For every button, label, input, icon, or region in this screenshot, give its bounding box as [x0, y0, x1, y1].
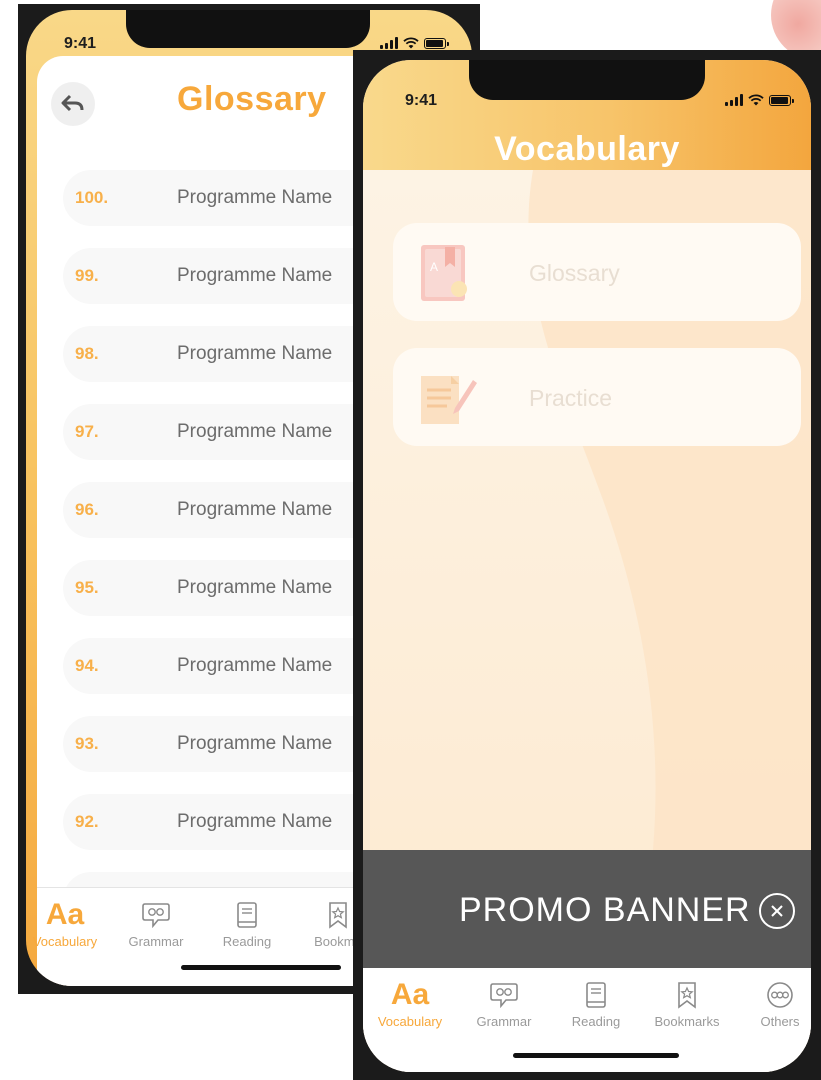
signal-icon	[380, 37, 398, 49]
tab-grammar[interactable]: Grammar	[116, 900, 196, 949]
signal-icon	[725, 94, 743, 106]
tab-vocabulary[interactable]: Aa Vocabulary	[26, 898, 105, 950]
item-name: Programme Name	[177, 421, 333, 442]
item-name: Programme Name	[177, 265, 333, 286]
back-button[interactable]	[51, 82, 95, 126]
tab-label: Grammar	[476, 1014, 532, 1029]
promo-banner[interactable]: PROMO BANNER	[363, 850, 811, 968]
status-time: 9:41	[405, 92, 438, 109]
home-indicator	[181, 965, 341, 970]
item-number: 96.	[75, 500, 99, 519]
status-icons	[725, 94, 794, 106]
item-number: 93.	[75, 734, 99, 753]
item-number: 92.	[75, 812, 99, 831]
item-number: 95.	[75, 578, 99, 597]
page-title: Glossary	[177, 80, 327, 118]
close-button[interactable]	[759, 893, 795, 929]
notch	[469, 60, 705, 100]
wifi-icon	[403, 37, 419, 49]
tab-vocabulary[interactable]: Aa Vocabulary	[370, 978, 450, 1030]
item-name: Programme Name	[177, 343, 333, 364]
item-number: 94.	[75, 656, 99, 675]
book-icon	[586, 982, 606, 1008]
tab-label: Grammar	[128, 934, 184, 949]
practice-pencil-icon	[421, 376, 477, 424]
bookmark-star-icon	[329, 902, 347, 929]
tab-label: Others	[760, 1014, 800, 1029]
tab-label: Reading	[222, 934, 272, 949]
item-number: 97.	[75, 422, 99, 441]
tab-label: Reading	[571, 1014, 621, 1029]
item-number: 98.	[75, 344, 99, 363]
vocabulary-phone: 9:41 Vocabulary A Glossary Practice PROM…	[353, 50, 821, 1080]
status-time: 9:41	[64, 35, 97, 52]
book-icon	[237, 902, 257, 928]
item-name: Programme Name	[177, 811, 333, 832]
tab-label: Bookmarks	[654, 1014, 720, 1029]
notch	[126, 10, 370, 48]
tab-reading[interactable]: Reading	[556, 980, 636, 1029]
status-icons	[380, 37, 449, 49]
tab-grammar[interactable]: Grammar	[464, 980, 544, 1029]
aa-icon: Aa	[390, 978, 430, 1011]
tab-others[interactable]: Others	[740, 980, 811, 1029]
menu-label: Practice	[529, 385, 613, 411]
speech-bubble-icon	[142, 903, 170, 928]
bookmark-star-icon	[678, 982, 696, 1009]
wifi-icon	[748, 94, 764, 106]
item-name: Programme Name	[177, 577, 333, 598]
svg-text:A: A	[430, 260, 438, 274]
vocabulary-screen: 9:41 Vocabulary A Glossary Practice PROM…	[363, 60, 811, 1072]
tab-bookmarks[interactable]: Bookmarks	[647, 980, 727, 1029]
practice-menu-card[interactable]: Practice	[393, 348, 801, 446]
more-icon	[767, 982, 793, 1008]
item-name: Programme Name	[177, 499, 333, 520]
glossary-menu-card[interactable]: A Glossary	[393, 223, 801, 321]
item-name: Programme Name	[177, 655, 333, 676]
back-arrow-icon	[61, 94, 84, 112]
item-number: 99.	[75, 266, 99, 285]
menu-label: Glossary	[529, 260, 620, 286]
tab-label: Vocabulary	[377, 1014, 443, 1029]
battery-icon	[424, 38, 449, 49]
close-icon	[771, 905, 783, 917]
item-name: Programme Name	[177, 733, 333, 754]
tab-reading[interactable]: Reading	[207, 900, 287, 949]
aa-icon: Aa	[45, 898, 85, 931]
speech-bubble-icon	[490, 983, 518, 1008]
tab-label: Vocabulary	[32, 934, 98, 949]
item-number: 100.	[75, 188, 109, 207]
promo-banner-text: PROMO BANNER	[459, 891, 751, 929]
battery-icon	[769, 95, 794, 106]
page-title: Vocabulary	[494, 130, 680, 168]
home-indicator	[513, 1053, 679, 1058]
item-name: Programme Name	[177, 187, 333, 208]
glossary-book-icon: A	[421, 245, 467, 301]
